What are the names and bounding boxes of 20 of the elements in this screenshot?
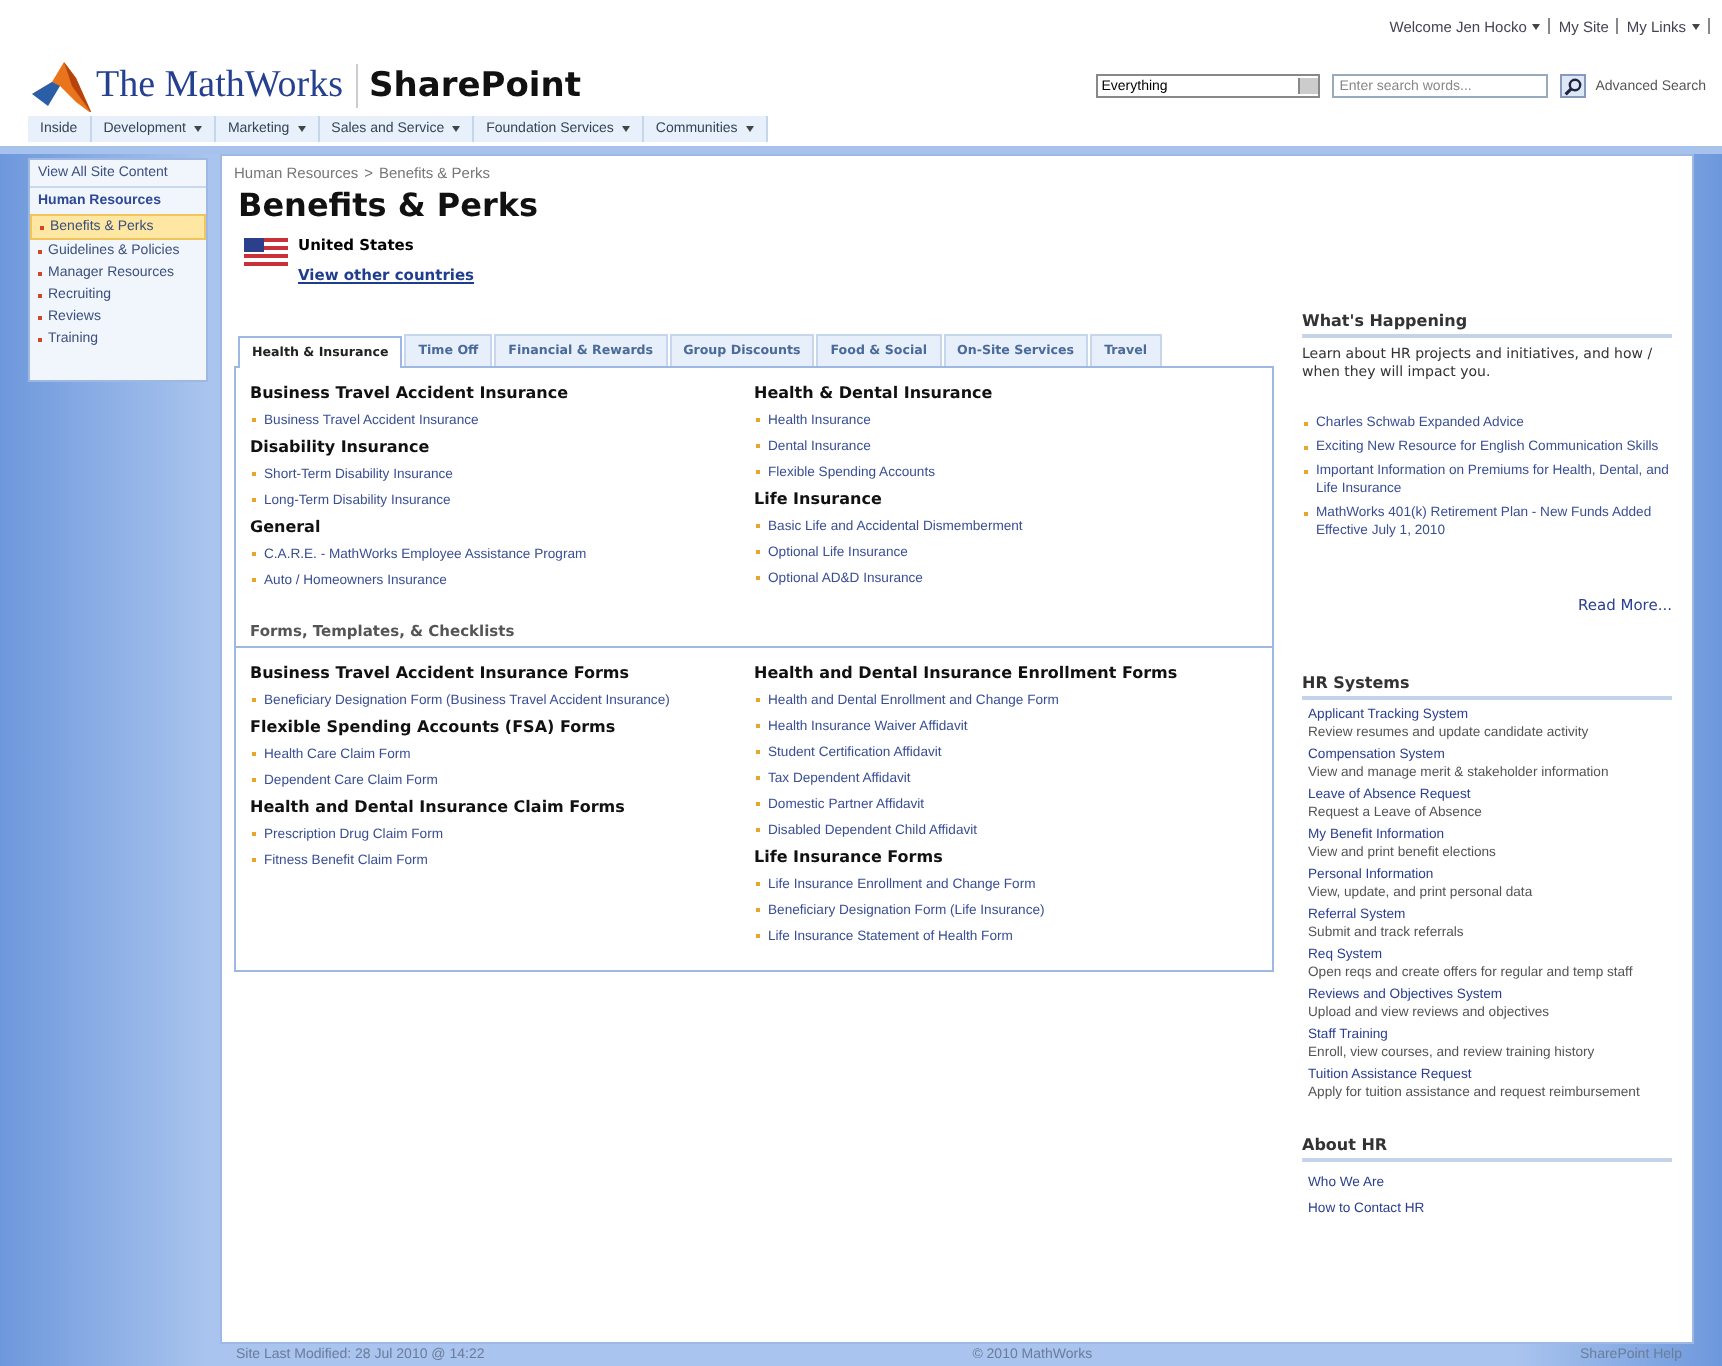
search-button[interactable] <box>1559 74 1586 98</box>
group-heading: Health and Dental Insurance Claim Forms <box>250 798 627 816</box>
section-heading: About HR <box>1302 1136 1672 1162</box>
group-heading: Health and Dental Insurance Enrollment Forms <box>754 664 1180 682</box>
group-heading: Health & Dental Insurance <box>754 384 995 402</box>
group-heading: Life Insurance <box>754 490 884 508</box>
flag-icon <box>244 238 288 266</box>
page-title: Benefits & Perks <box>238 186 541 224</box>
group-heading: Disability Insurance <box>250 438 432 456</box>
group-heading: Business Travel Accident Insurance <box>250 384 571 402</box>
group-heading: Business Travel Accident Insurance Forms <box>250 664 631 682</box>
section-heading: HR Systems <box>1302 674 1672 700</box>
caret-icon <box>1692 24 1700 30</box>
product-name: SharePoint <box>369 66 581 106</box>
caret-icon <box>1532 24 1541 30</box>
group-heading: General <box>250 518 323 536</box>
company-name: The MathWorks <box>96 64 344 108</box>
section-heading: What's Happening <box>1302 312 1672 338</box>
group-heading: Life Insurance Forms <box>754 848 945 866</box>
group-heading: Flexible Spending Accounts (FSA) Forms <box>250 718 618 736</box>
